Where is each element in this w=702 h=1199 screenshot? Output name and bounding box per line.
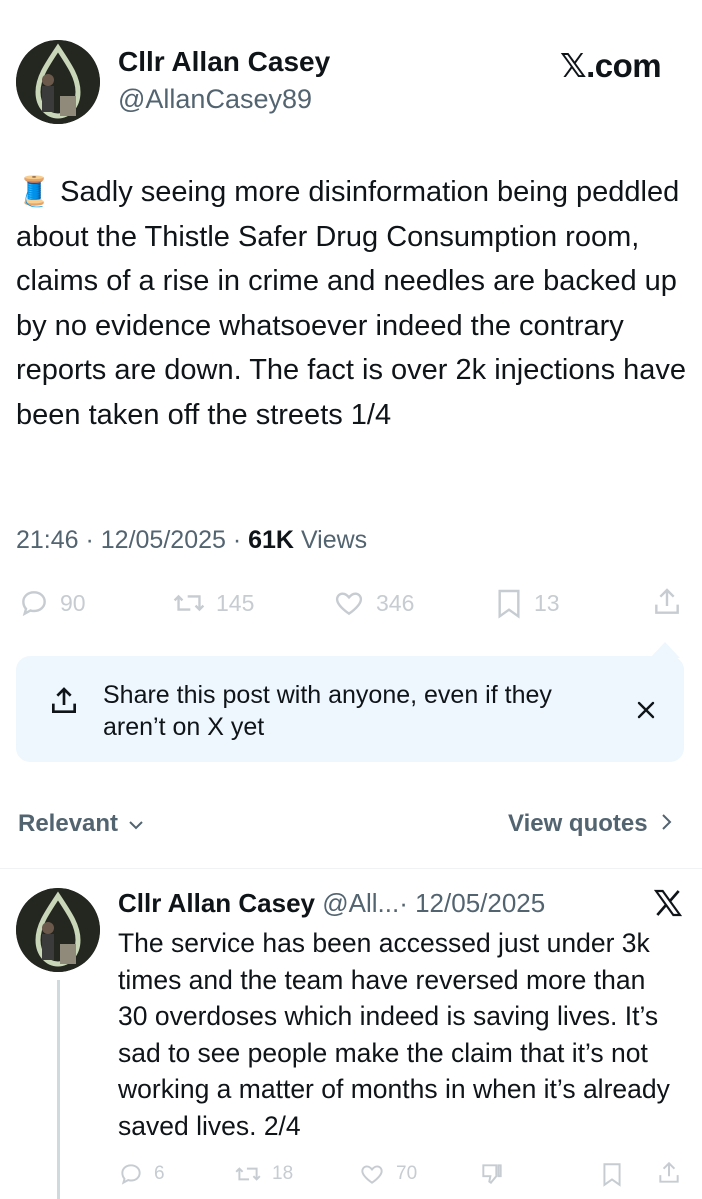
- post-text: 🧵 Sadly seeing more disinformation being…: [16, 170, 696, 437]
- reply-share-button[interactable]: [656, 1159, 682, 1187]
- avatar[interactable]: [16, 40, 100, 124]
- avatar-image: [16, 888, 100, 972]
- x-logo-text: 𝕏.com: [560, 47, 662, 84]
- x-logo-icon: [653, 889, 683, 917]
- reply-button[interactable]: 90: [18, 587, 86, 619]
- reply-icon: [22, 591, 46, 617]
- reply-text: The service has been accessed just under…: [118, 928, 670, 1141]
- share-icon: [655, 588, 679, 614]
- views-label: Views: [294, 526, 368, 554]
- bookmark-icon: [603, 1163, 621, 1187]
- reply-author-handle[interactable]: @All...: [322, 888, 399, 918]
- thread-emoji: 🧵: [16, 176, 53, 208]
- reply-reply-count: 6: [154, 1163, 165, 1184]
- reply-author-name[interactable]: Cllr Allan Casey: [118, 888, 315, 918]
- sort-label: Relevant: [18, 810, 119, 837]
- reply-icon: [121, 1164, 141, 1185]
- close-icon[interactable]: [636, 700, 656, 720]
- view-quotes-link[interactable]: View quotes: [508, 810, 672, 838]
- avatar-image: [16, 40, 100, 124]
- share-prompt-text: Share this post with anyone, even if the…: [103, 681, 552, 741]
- bookmark-count: 13: [534, 589, 560, 616]
- author-name[interactable]: Cllr Allan Casey: [118, 46, 330, 78]
- share-icon: [659, 1161, 679, 1183]
- reply-header: Cllr Allan Casey @All...· 12/05/2025: [118, 888, 545, 919]
- repost-count: 145: [216, 589, 255, 616]
- view-quotes-label: View quotes: [508, 810, 648, 837]
- post-body: Sadly seeing more disinformation being p…: [16, 176, 687, 431]
- sort-dropdown[interactable]: Relevant: [18, 810, 144, 838]
- reply-avatar[interactable]: [16, 888, 100, 972]
- author-handle[interactable]: @AllanCasey89: [118, 84, 312, 115]
- bookmark-icon: [498, 589, 520, 619]
- post-timestamp[interactable]: 21:46 · 12/05/2025 ·: [16, 526, 248, 554]
- reply-like-button[interactable]: 70: [358, 1161, 417, 1187]
- repost-icon: [173, 594, 205, 612]
- chevron-down-icon: [129, 821, 143, 830]
- thumbs-down-icon: [482, 1164, 502, 1184]
- repost-button[interactable]: 145: [172, 587, 254, 619]
- divider: [0, 868, 702, 869]
- views-count: 61K: [248, 526, 294, 554]
- reply-bookmark-button[interactable]: [600, 1161, 624, 1187]
- repost-icon: [235, 1167, 261, 1181]
- like-count: 346: [376, 589, 415, 616]
- reply-like-count: 70: [396, 1163, 418, 1184]
- reply-reply-button[interactable]: 6: [118, 1161, 165, 1187]
- reply-count: 90: [60, 589, 86, 616]
- share-prompt-card: Share this post with anyone, even if the…: [16, 642, 684, 762]
- heart-icon: [361, 1165, 383, 1184]
- share-button[interactable]: [651, 585, 683, 619]
- heart-icon: [335, 592, 363, 616]
- chevron-right-icon: [662, 814, 672, 830]
- reply-repost-count: 18: [272, 1163, 294, 1184]
- thread-line: [57, 980, 60, 1199]
- bookmark-button[interactable]: 13: [494, 587, 560, 619]
- share-upload-icon: [52, 687, 76, 713]
- share-prompt-pointer: [650, 642, 680, 658]
- reply-repost-button[interactable]: 18: [234, 1161, 293, 1187]
- post-meta: 21:46 · 12/05/2025 · 61K Views: [16, 526, 367, 555]
- dislike-button[interactable]: [478, 1161, 506, 1187]
- like-button[interactable]: 346: [332, 587, 414, 619]
- reply-date[interactable]: · 12/05/2025: [399, 888, 545, 918]
